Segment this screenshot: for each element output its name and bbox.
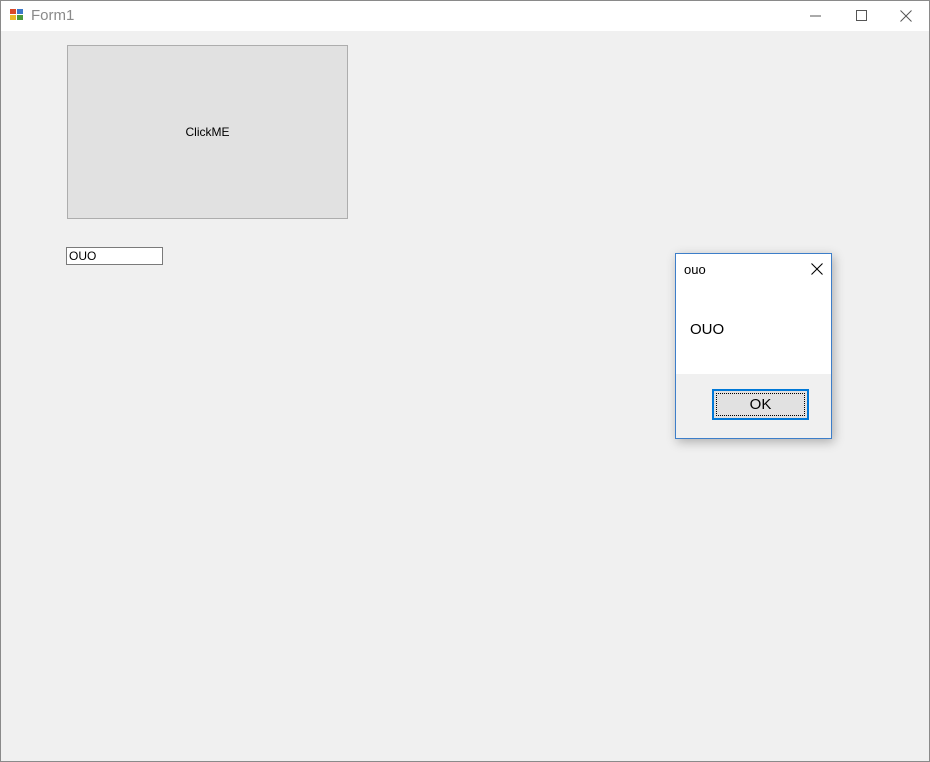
minimize-button[interactable] — [793, 1, 839, 31]
text-input[interactable] — [66, 247, 163, 265]
window-title: Form1 — [31, 7, 75, 24]
close-icon — [900, 10, 912, 22]
dialog-title: ouo — [684, 262, 706, 277]
maximize-button[interactable] — [839, 1, 885, 31]
dialog-footer: OK — [676, 374, 831, 438]
dialog-close-button[interactable] — [804, 257, 830, 281]
ok-button[interactable]: OK — [712, 389, 809, 420]
minimize-icon — [810, 15, 821, 17]
clickme-button[interactable]: ClickME — [67, 45, 348, 219]
close-button[interactable] — [883, 1, 929, 31]
close-icon — [811, 263, 823, 275]
main-window: Form1 ClickME ouo OUO — [0, 0, 930, 762]
title-bar[interactable]: Form1 — [1, 1, 929, 31]
ok-button-label: OK — [716, 393, 805, 416]
dialog-message: OUO — [690, 321, 725, 338]
app-icon — [10, 9, 24, 22]
maximize-icon — [856, 10, 867, 21]
message-box-dialog: ouo OUO OK — [675, 253, 832, 439]
